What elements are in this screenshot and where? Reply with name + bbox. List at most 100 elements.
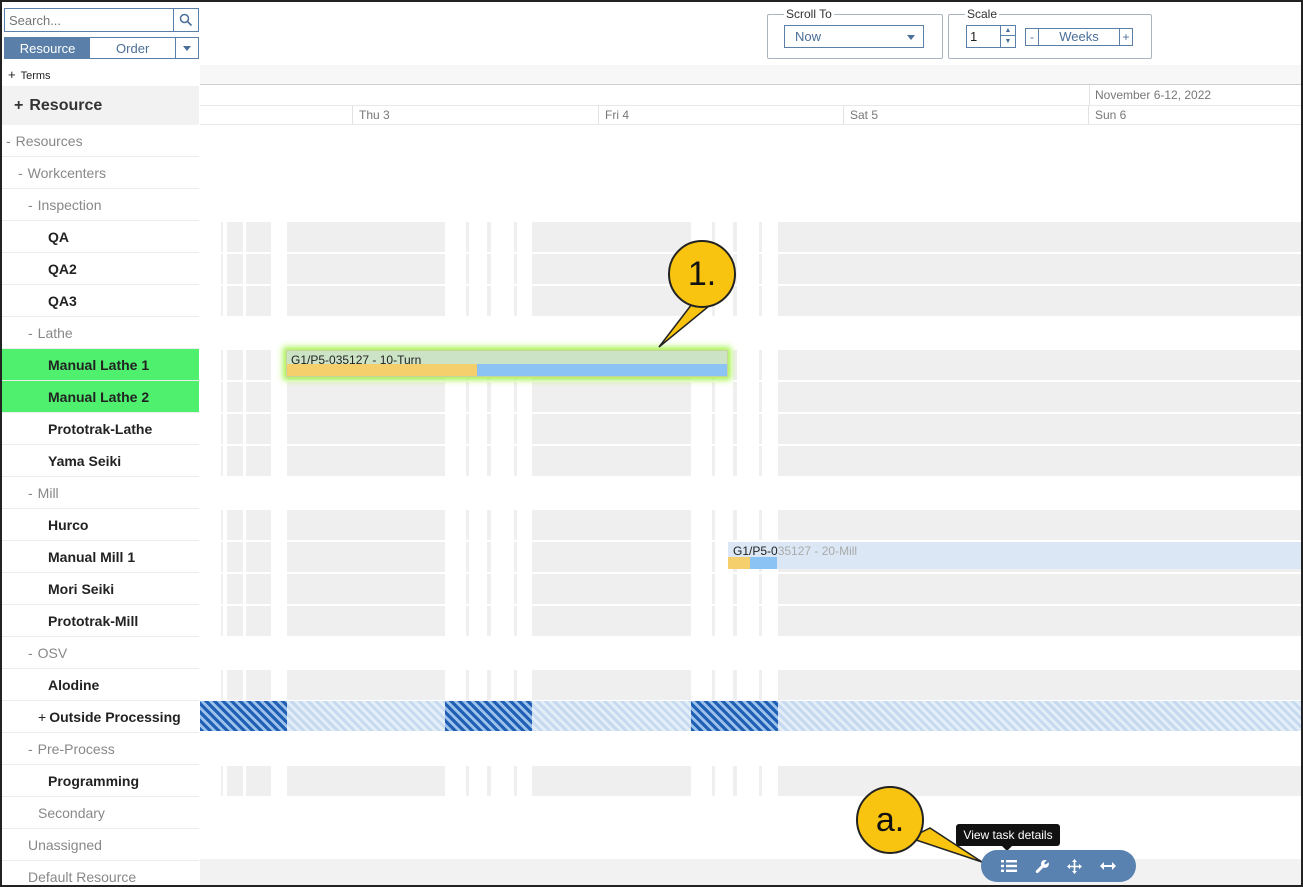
tree-group-secondary[interactable]: Secondary [2, 797, 199, 829]
shift-band [532, 254, 691, 284]
scale-spinner[interactable]: ▲ ▼ [1000, 26, 1015, 47]
resource-row-highlighted[interactable]: Manual Lathe 1 [2, 349, 199, 381]
tree-group-resources[interactable]: - Resources [2, 125, 199, 157]
shift-band [487, 414, 491, 444]
shift-band [221, 222, 223, 252]
search-input[interactable] [9, 11, 169, 29]
shift-band [221, 574, 223, 604]
scale-number-input[interactable]: 1 ▲ ▼ [966, 25, 1016, 48]
resource-view-button[interactable]: Resource [5, 38, 91, 58]
shift-band [514, 542, 517, 572]
task-bar[interactable]: G1/P5-035127 - 20-Mill [728, 542, 1301, 569]
shift-band [733, 670, 737, 700]
tree-group-lathe[interactable]: - Lathe [2, 317, 199, 349]
scroll-to-legend: Scroll To [784, 7, 834, 21]
shift-band [487, 766, 491, 796]
resource-row-highlighted[interactable]: Manual Lathe 2 [2, 381, 199, 413]
shift-band [227, 254, 243, 284]
shift-band [227, 766, 243, 796]
shift-band [227, 542, 243, 572]
shift-band [246, 414, 271, 444]
shift-band [246, 670, 271, 700]
terms-toggle[interactable]: + Terms [8, 67, 51, 82]
view-task-details-button[interactable] [997, 854, 1021, 878]
resource-row[interactable]: QA2 [2, 253, 199, 285]
shift-band [466, 510, 469, 540]
edit-task-button[interactable] [1030, 854, 1054, 878]
timeline-week-label: November 6-12, 2022 [1089, 85, 1301, 105]
outside-processing-block [691, 701, 778, 731]
tree-group-inspection[interactable]: - Inspection [2, 189, 199, 221]
timeline-day: Sat 5 [843, 106, 1088, 124]
scale-legend: Scale [965, 7, 1000, 21]
shift-band [733, 382, 737, 412]
shift-band [227, 510, 243, 540]
shift-band [287, 670, 445, 700]
scroll-to-select[interactable]: Now [784, 25, 924, 48]
resource-row[interactable]: Programming [2, 765, 199, 797]
resource-row[interactable]: Hurco [2, 509, 199, 541]
gantt-grid[interactable]: G1/P5-035127 - 10-Turn G1/P5-035127 - 20-… [200, 125, 1301, 885]
shift-band [759, 350, 762, 380]
view-task-details-tooltip: View task details [956, 824, 1060, 851]
shift-band [532, 542, 691, 572]
shift-band [778, 574, 1301, 604]
shift-band [246, 574, 271, 604]
shift-band [246, 510, 271, 540]
shift-band [712, 382, 715, 412]
task-bar-selected[interactable]: G1/P5-035127 - 10-Turn [286, 350, 728, 377]
tree-group-default-resource[interactable]: Default Resource [2, 861, 199, 885]
move-task-button[interactable] [1063, 854, 1087, 878]
shift-band [221, 254, 223, 284]
resource-row[interactable]: Alodine [2, 669, 199, 701]
scale-increase-button[interactable]: + [1119, 28, 1133, 46]
shift-band [759, 254, 762, 284]
shift-band [246, 766, 271, 796]
scroll-to-value: Now [795, 29, 822, 44]
shift-band [514, 766, 517, 796]
resource-label: Prototrak-Lathe [48, 420, 153, 437]
tree-group-mill[interactable]: - Mill [2, 477, 199, 509]
shift-band [487, 670, 491, 700]
resource-row[interactable]: QA3 [2, 285, 199, 317]
scroll-to-group: Scroll To Now [767, 7, 943, 59]
shift-band [712, 542, 715, 572]
timeline-day: Sun 6 [1088, 106, 1301, 124]
tree-group-pre-process[interactable]: - Pre-Process [2, 733, 199, 765]
tree-group-unassigned[interactable]: Unassigned [2, 829, 199, 861]
resource-row[interactable]: Prototrak-Lathe [2, 413, 199, 445]
resource-row[interactable]: Mori Seiki [2, 573, 199, 605]
shift-band [287, 222, 445, 252]
timeline-header-background [200, 65, 1301, 85]
shift-band [227, 222, 243, 252]
tree-group-osv[interactable]: - OSV [2, 637, 199, 669]
shift-band [712, 414, 715, 444]
shift-band [221, 542, 223, 572]
shift-band [246, 542, 271, 572]
resource-column-header[interactable]: + Resource [2, 86, 199, 125]
order-view-button[interactable]: Order [90, 38, 175, 58]
spin-down-icon[interactable]: ▼ [1001, 36, 1015, 46]
shift-band [733, 222, 737, 252]
view-mode-dropdown[interactable] [175, 38, 198, 58]
scale-unit-select[interactable]: Weeks [1039, 28, 1119, 46]
resource-row[interactable]: Manual Mill 1 [2, 541, 199, 573]
spin-up-icon[interactable]: ▲ [1001, 26, 1015, 36]
collapse-icon: - [28, 740, 33, 757]
tree-group-workcenters[interactable]: - Workcenters [2, 157, 199, 189]
task-action-toolbar [981, 850, 1136, 882]
resource-label: QA [48, 228, 69, 245]
shift-band [778, 414, 1301, 444]
resize-task-button[interactable] [1096, 854, 1120, 878]
resource-row-outside-processing[interactable]: + Outside Processing [2, 701, 199, 733]
resource-row[interactable]: Yama Seiki [2, 445, 199, 477]
shift-band [532, 286, 691, 316]
shift-band [712, 446, 715, 476]
shift-band [287, 766, 445, 796]
resource-row[interactable]: QA [2, 221, 199, 253]
resource-label: Programming [48, 772, 140, 789]
shift-band [221, 286, 223, 316]
search-button[interactable] [173, 9, 198, 31]
scale-decrease-button[interactable]: - [1025, 28, 1039, 46]
resource-row[interactable]: Prototrak-Mill [2, 605, 199, 637]
